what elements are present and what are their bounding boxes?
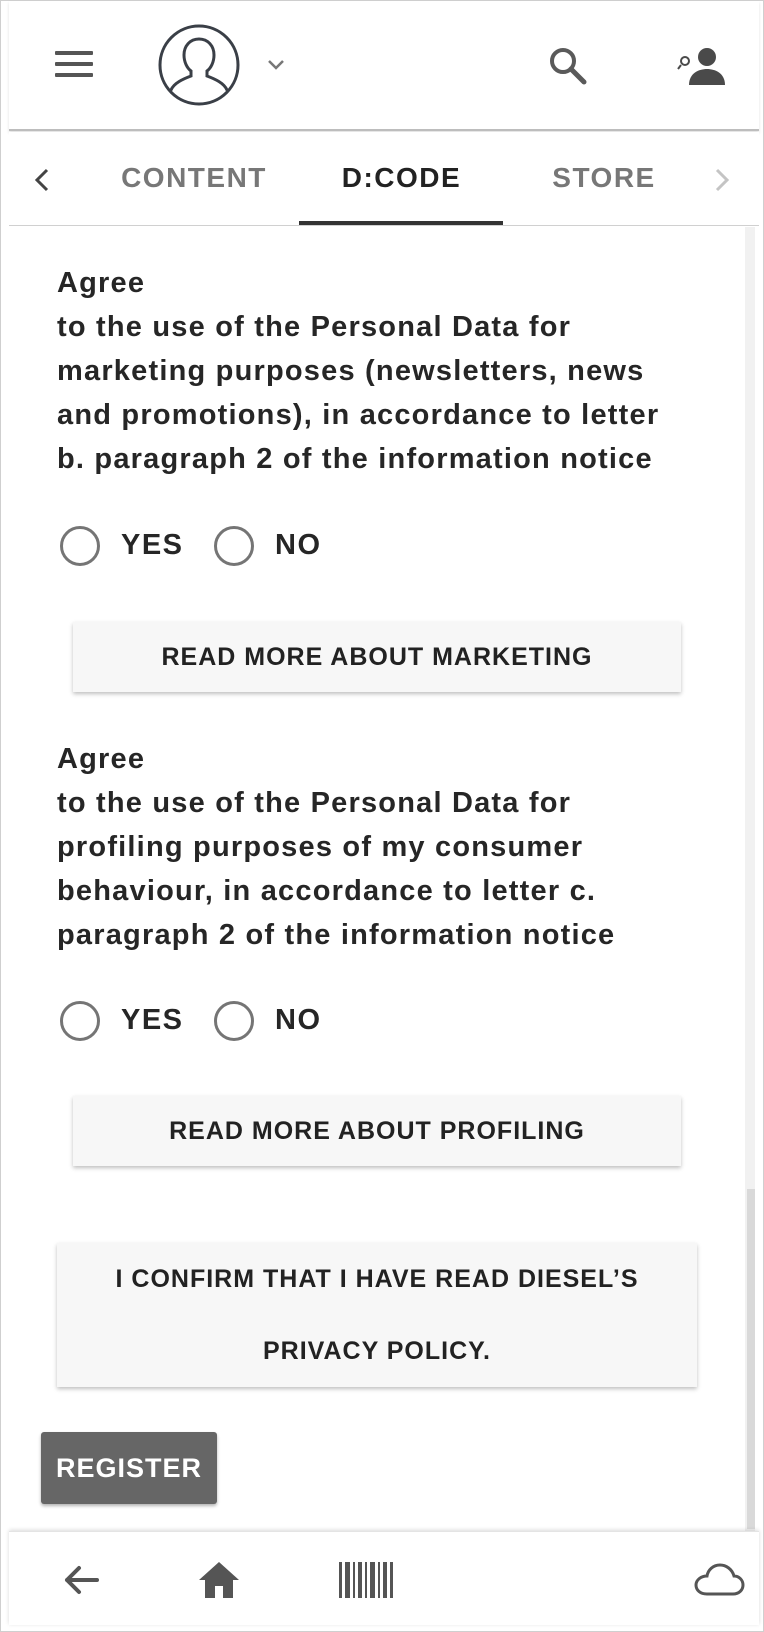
top-app-bar (9, 1, 759, 131)
tab-store[interactable]: STORE (524, 162, 684, 198)
tab-content[interactable]: CONTENT (109, 162, 279, 198)
hamburger-menu-icon[interactable] (55, 49, 95, 79)
chevron-left-icon[interactable] (27, 162, 57, 198)
tab-dcode[interactable]: D:CODE (314, 162, 489, 198)
profiling-no-radio[interactable] (214, 1001, 254, 1041)
consent-line: behaviour, in accordance to letter c. (57, 875, 597, 907)
consent-line: and promotions), in accordance to letter (57, 399, 660, 431)
marketing-yes-radio[interactable] (60, 526, 100, 566)
profiling-yes-radio[interactable] (60, 1001, 100, 1041)
register-button[interactable]: REGISTER (41, 1432, 217, 1504)
profiling-yes-label[interactable]: YES (121, 1004, 184, 1037)
tab-bar: CONTENT D:CODE STORE (9, 132, 759, 226)
chevron-down-icon[interactable] (265, 57, 287, 73)
confirm-line: PRIVACY POLICY. (262, 1337, 491, 1365)
scrollbar-thumb[interactable] (747, 1189, 755, 1529)
consent-heading: Agree (57, 743, 146, 775)
user-avatar-icon[interactable] (157, 23, 241, 107)
consent-line: to the use of the Personal Data for (57, 311, 572, 343)
consent-line: profiling purposes of my consumer (57, 831, 584, 863)
consent-line: to the use of the Personal Data for (57, 787, 572, 819)
read-more-profiling-button[interactable]: READ MORE ABOUT PROFILING (73, 1096, 681, 1166)
back-arrow-icon[interactable] (61, 1560, 101, 1600)
marketing-consent-text: Agree to the use of the Personal Data fo… (57, 261, 697, 481)
confirm-line: I CONFIRM THAT I HAVE READ DIESEL’S (115, 1265, 639, 1293)
chevron-right-icon[interactable] (707, 162, 737, 198)
consent-line: paragraph 2 of the information notice (57, 919, 616, 951)
marketing-yes-label[interactable]: YES (121, 529, 184, 562)
app-frame: CONTENT D:CODE STORE Agree to the use of… (0, 0, 764, 1632)
active-tab-indicator (299, 221, 503, 225)
bottom-navigation (9, 1531, 759, 1625)
manage-account-icon[interactable] (677, 47, 727, 87)
marketing-no-label[interactable]: NO (275, 529, 322, 562)
profiling-consent-text: Agree to the use of the Personal Data fo… (57, 737, 697, 957)
home-icon[interactable] (197, 1560, 241, 1600)
consent-line: b. paragraph 2 of the information notice (57, 443, 653, 475)
barcode-icon[interactable] (339, 1560, 395, 1600)
cloud-icon[interactable] (693, 1560, 745, 1600)
profiling-no-label[interactable]: NO (275, 1004, 322, 1037)
privacy-policy-confirm-button[interactable]: I CONFIRM THAT I HAVE READ DIESEL’S PRIV… (57, 1243, 697, 1387)
consent-line: marketing purposes (newsletters, news (57, 355, 645, 387)
search-icon[interactable] (547, 45, 589, 87)
marketing-no-radio[interactable] (214, 526, 254, 566)
consent-heading: Agree (57, 267, 146, 299)
read-more-marketing-button[interactable]: READ MORE ABOUT MARKETING (73, 622, 681, 692)
